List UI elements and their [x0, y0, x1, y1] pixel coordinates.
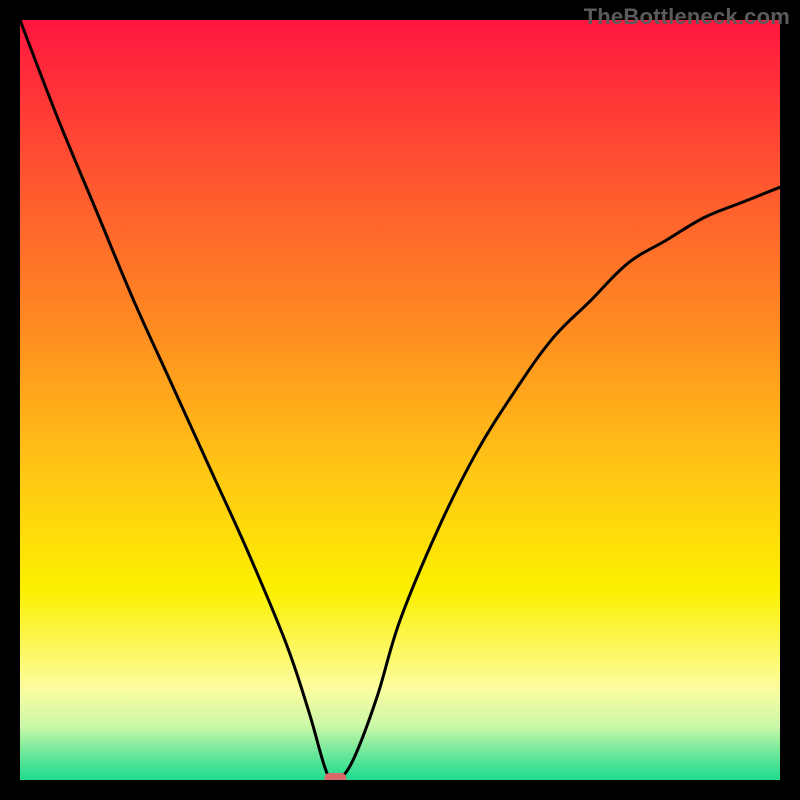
watermark-text: TheBottleneck.com [584, 4, 790, 30]
optimal-point-marker [324, 773, 346, 780]
plot-area [20, 20, 780, 780]
bottleneck-chart [20, 20, 780, 780]
gradient-background [20, 20, 780, 780]
chart-frame: TheBottleneck.com [0, 0, 800, 800]
